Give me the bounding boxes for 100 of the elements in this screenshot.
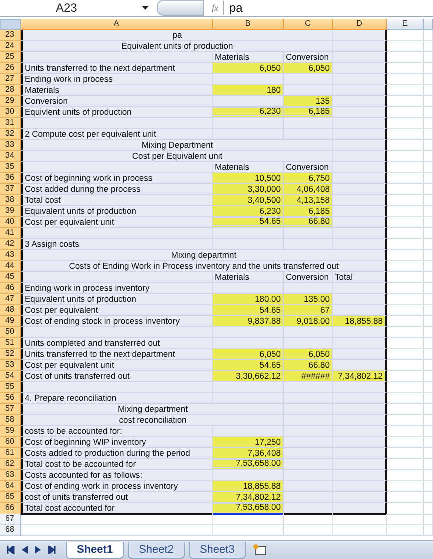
table-cell [424, 470, 433, 481]
table-cell [284, 492, 333, 503]
row-header[interactable]: 68 [0, 525, 21, 536]
row-header[interactable]: 37 [0, 184, 21, 195]
table-cell [387, 63, 424, 74]
row-header[interactable]: 38 [0, 195, 21, 206]
table-cell [387, 228, 424, 239]
column-header[interactable]: A [21, 19, 213, 30]
table-cell [333, 41, 387, 52]
table-cell [387, 525, 424, 536]
table-cell: Conversion [284, 52, 333, 63]
table-cell [387, 52, 424, 63]
table-cell [333, 360, 387, 371]
table-cell [424, 41, 433, 52]
row-header[interactable]: 63 [0, 470, 21, 481]
table-cell [424, 173, 433, 184]
row-header[interactable]: 24 [0, 41, 21, 52]
row-header[interactable]: 25 [0, 52, 21, 63]
insert-sheet-icon[interactable] [252, 544, 268, 556]
table-cell [284, 239, 333, 250]
row-header[interactable]: 51 [0, 338, 21, 349]
table-cell [387, 426, 424, 437]
column-header[interactable]: E [387, 19, 424, 30]
table-cell [387, 448, 424, 459]
row-header[interactable]: 36 [0, 173, 21, 184]
row-header[interactable]: 23 [0, 30, 21, 41]
table-cell: 3,40,500 [213, 195, 284, 206]
table-cell [213, 525, 284, 536]
table-cell: Cost added during the process [21, 184, 213, 195]
row-header[interactable]: 59 [0, 426, 21, 437]
row-header[interactable]: 41 [0, 228, 21, 239]
row-header[interactable]: 45 [0, 272, 21, 283]
table-cell [424, 448, 433, 459]
row-header[interactable]: 34 [0, 151, 21, 162]
row-header[interactable]: 30 [0, 107, 21, 118]
table-cell [424, 338, 433, 349]
row-header[interactable]: 32 [0, 129, 21, 140]
row-header[interactable]: 48 [0, 305, 21, 316]
row-header[interactable]: 66 [0, 503, 21, 515]
table-cell [424, 151, 433, 162]
table-cell [424, 404, 433, 415]
last-sheet-icon[interactable] [48, 546, 56, 554]
row-header[interactable]: 54 [0, 371, 21, 382]
row-header[interactable]: 27 [0, 74, 21, 85]
row-header[interactable]: 61 [0, 448, 21, 459]
row-header[interactable]: 52 [0, 349, 21, 360]
row-header[interactable]: 44 [0, 261, 21, 272]
row-header[interactable]: 50 [0, 327, 21, 338]
sheet-tab[interactable]: Sheet3 [188, 542, 246, 558]
insert-function-button[interactable]: fx [208, 1, 224, 15]
column-header[interactable]: C [284, 19, 333, 30]
row-header[interactable]: 49 [0, 316, 21, 327]
table-cell [424, 195, 433, 206]
row-header[interactable]: 56 [0, 393, 21, 404]
column-header[interactable]: B [213, 19, 284, 30]
row-header[interactable]: 43 [0, 250, 21, 261]
row-header[interactable]: 42 [0, 239, 21, 250]
table-cell [387, 118, 424, 129]
row-header[interactable]: 55 [0, 382, 21, 393]
table-cell [424, 415, 433, 426]
column-header[interactable]: D [333, 19, 387, 30]
row-header[interactable]: 67 [0, 514, 21, 525]
next-sheet-icon[interactable] [35, 546, 41, 554]
row-header[interactable]: 33 [0, 140, 21, 151]
table-cell: Materials [21, 85, 213, 96]
row-header[interactable]: 46 [0, 283, 21, 294]
table-cell [284, 228, 333, 239]
row-header[interactable]: 58 [0, 415, 21, 426]
dropdown-arrow-icon[interactable] [142, 6, 149, 10]
table-cell [333, 470, 387, 481]
previous-sheet-icon[interactable] [22, 546, 28, 554]
row-header[interactable]: 64 [0, 481, 21, 492]
table-cell: 6,050 [213, 349, 284, 360]
row-header[interactable]: 35 [0, 162, 21, 173]
row-header[interactable]: 65 [0, 492, 21, 503]
row-header[interactable]: 62 [0, 459, 21, 470]
table-cell [284, 283, 333, 294]
row-header[interactable]: 57 [0, 404, 21, 415]
name-box[interactable]: A23 [0, 1, 100, 15]
formula-field[interactable]: pa [230, 1, 243, 15]
row-header[interactable]: 31 [0, 118, 21, 129]
row-header[interactable]: 26 [0, 63, 21, 74]
row-header[interactable]: 40 [0, 217, 21, 228]
row-header[interactable]: 53 [0, 360, 21, 371]
sheet-tab[interactable]: Sheet1 [66, 542, 124, 558]
table-cell: Cost per Equivalent unit [21, 151, 333, 162]
table-cell [424, 327, 433, 338]
row-header[interactable]: 60 [0, 437, 21, 448]
table-cell [333, 85, 387, 96]
row-header[interactable]: 28 [0, 85, 21, 96]
table-cell [387, 294, 424, 305]
first-sheet-icon[interactable] [7, 546, 15, 554]
row-header[interactable]: 39 [0, 206, 21, 217]
row-header[interactable]: 29 [0, 96, 21, 107]
table-cell: 4,06,408 [284, 184, 333, 195]
table-cell [333, 349, 387, 360]
sheet-tab[interactable]: Sheet2 [128, 542, 185, 558]
table-cell [213, 338, 284, 349]
table-cell [424, 239, 433, 250]
row-header[interactable]: 47 [0, 294, 21, 305]
